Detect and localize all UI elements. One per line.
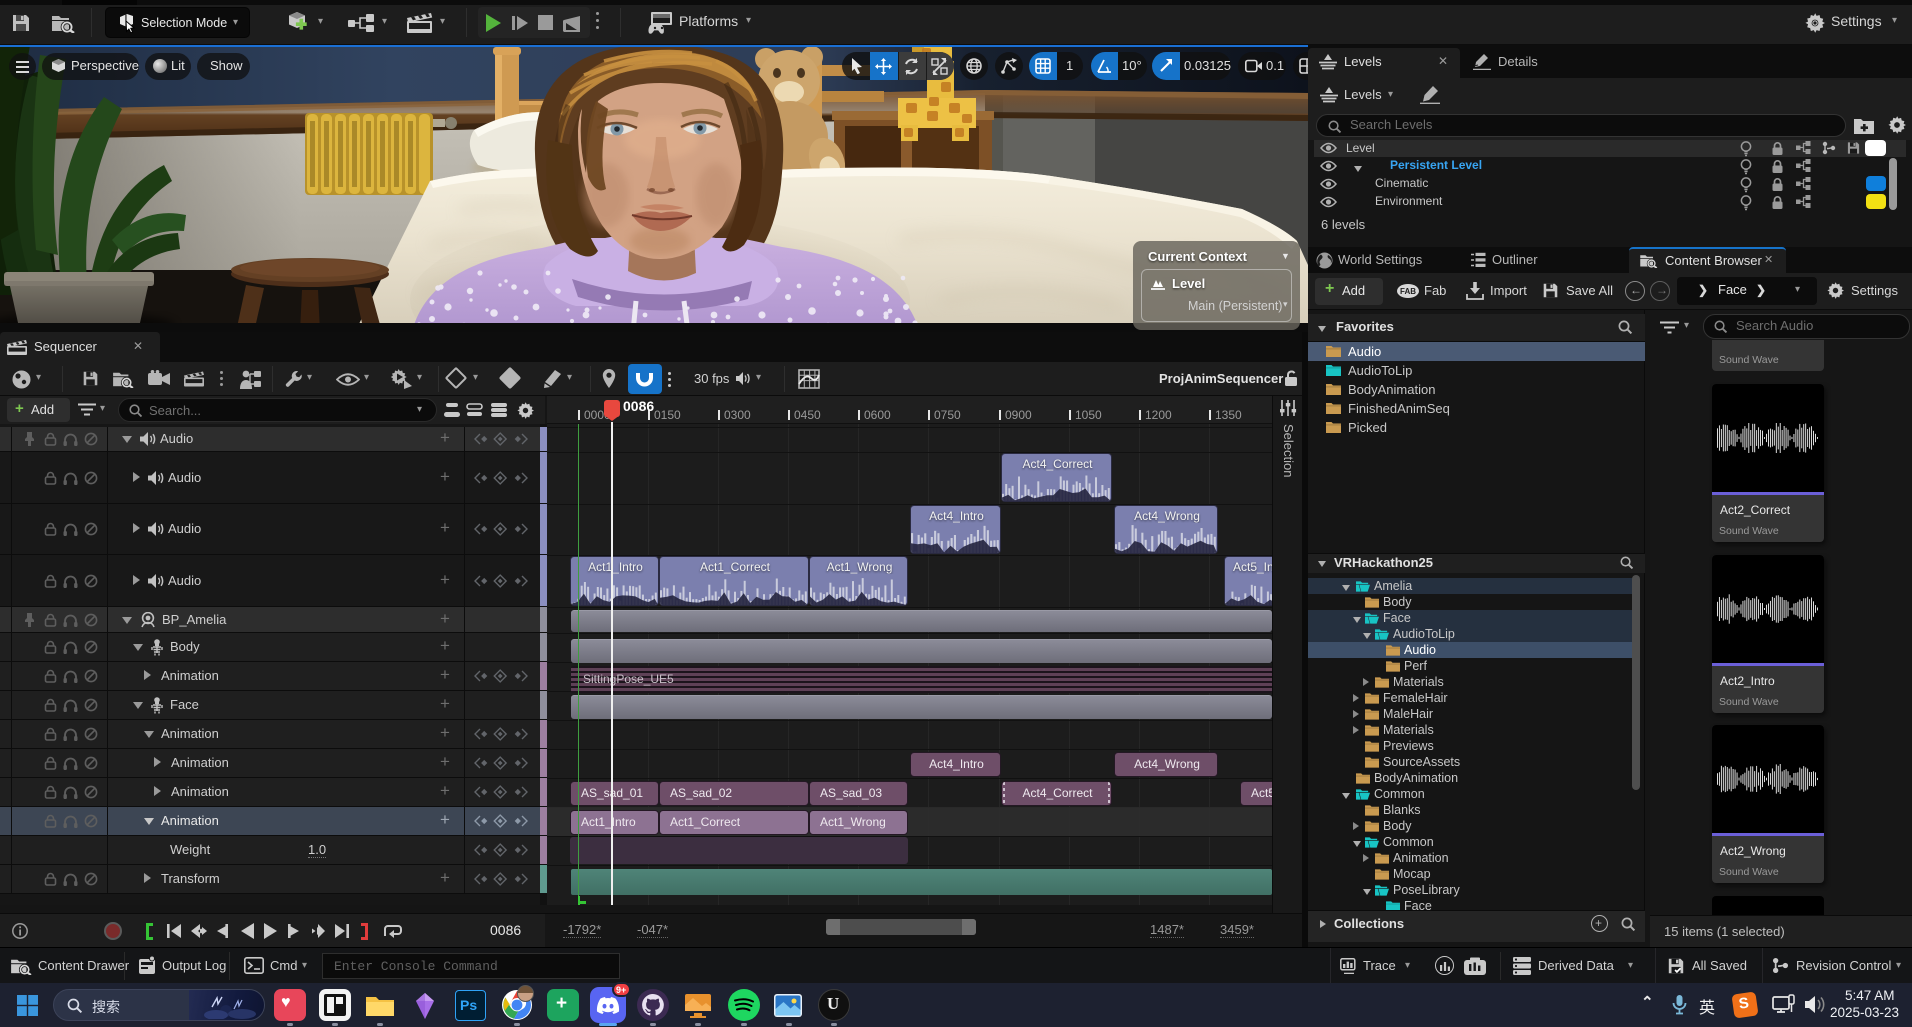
svg-text:FAB: FAB [1400, 287, 1416, 296]
